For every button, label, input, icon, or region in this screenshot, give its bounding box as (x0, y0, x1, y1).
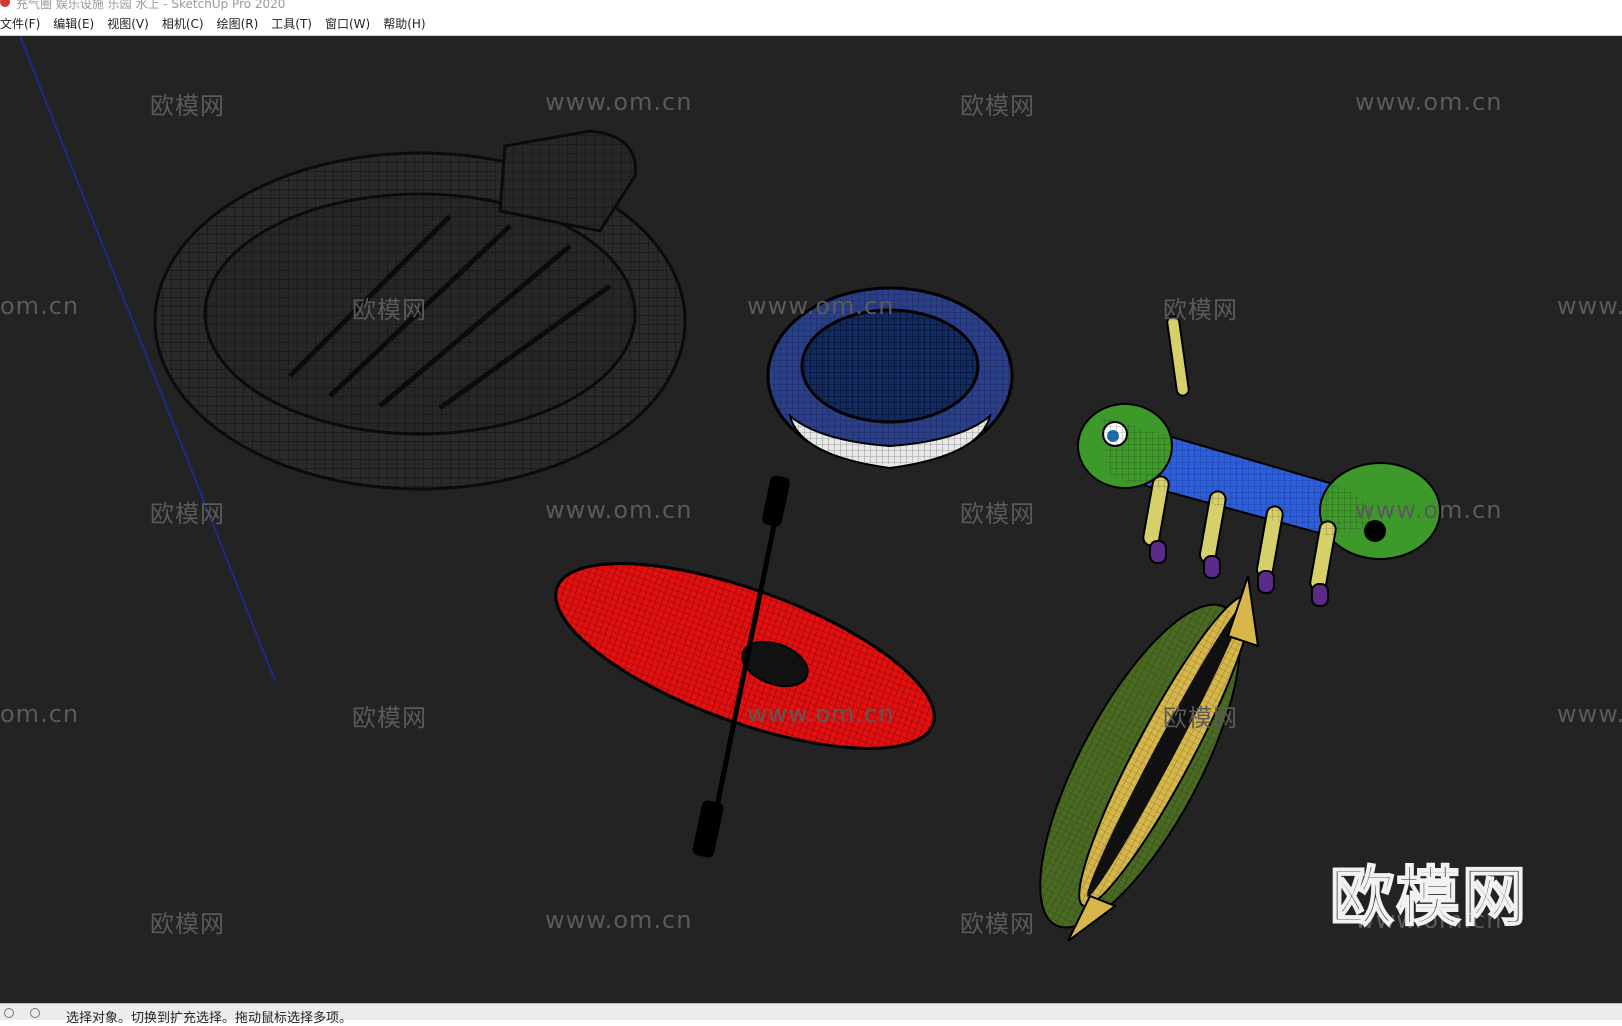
watermark-url: www.om.cn (747, 700, 895, 728)
watermark-url: www.om.cn (1355, 88, 1503, 116)
watermark-url: www.om.cn (545, 496, 693, 524)
caterpillar-float-model[interactable] (1077, 315, 1441, 607)
menu-view[interactable]: 视图(V) (101, 12, 156, 32)
watermark-logo: 欧模网 (150, 910, 225, 938)
watermark-logo: 欧模网 (1163, 704, 1238, 732)
watermark-edge: om.cn (0, 292, 80, 320)
watermark-url: www.om.cn (545, 88, 693, 116)
watermark-logo: 欧模网 (352, 704, 427, 732)
menu-tools[interactable]: 工具(T) (265, 12, 319, 32)
watermark-logo: 欧模网 (352, 296, 427, 324)
model-viewport[interactable]: 欧模网 www.om.cn 欧模网 www.om.cn om.cn 欧模网 ww… (0, 36, 1622, 1003)
watermark-logo: 欧模网 (150, 92, 225, 120)
window-title: 充气圈 娱乐设施 乐园 水上 - SketchUp Pro 2020 (16, 0, 286, 11)
banana-boat-model[interactable] (1003, 575, 1278, 953)
title-bar: 充气圈 娱乐设施 乐园 水上 - SketchUp Pro 2020 (0, 0, 1622, 12)
help-icon[interactable] (30, 1008, 40, 1018)
watermark-edge: www. (1557, 700, 1622, 728)
menu-help[interactable]: 帮助(H) (377, 12, 432, 32)
watermark-logo: 欧模网 (960, 500, 1035, 528)
watermark-logo: 欧模网 (150, 500, 225, 528)
menu-camera[interactable]: 相机(C) (156, 12, 211, 32)
watermark-logo: 欧模网 (1163, 296, 1238, 324)
watermark-big-logo: 欧模网 (1329, 860, 1528, 936)
watermark-edge: om.cn (0, 700, 80, 728)
status-bar: 选择对象。切换到扩充选择。拖动鼠标选择多项。 (0, 1003, 1622, 1026)
watermark-url: www.om.cn (747, 292, 895, 320)
watermark-url: www.om.cn (545, 906, 693, 934)
menu-draw[interactable]: 绘图(R) (211, 12, 266, 32)
menu-window[interactable]: 窗口(W) (319, 12, 377, 32)
app-icon (0, 0, 10, 7)
menu-bar: 文件(F) 编辑(E) 视图(V) 相机(C) 绘图(R) 工具(T) 窗口(W… (0, 12, 1622, 36)
watermark-logo: 欧模网 (960, 910, 1035, 938)
menu-file[interactable]: 文件(F) (0, 12, 47, 32)
watermark-url: www.om.cn (1355, 496, 1503, 524)
status-hint: 选择对象。切换到扩充选择。拖动鼠标选择多项。 (66, 1011, 353, 1026)
menu-edit[interactable]: 编辑(E) (47, 12, 101, 32)
watermark-logo: 欧模网 (960, 92, 1035, 120)
info-icon[interactable] (4, 1008, 14, 1018)
watermark-edge: www. (1557, 292, 1622, 320)
kayak-model[interactable] (534, 474, 955, 858)
